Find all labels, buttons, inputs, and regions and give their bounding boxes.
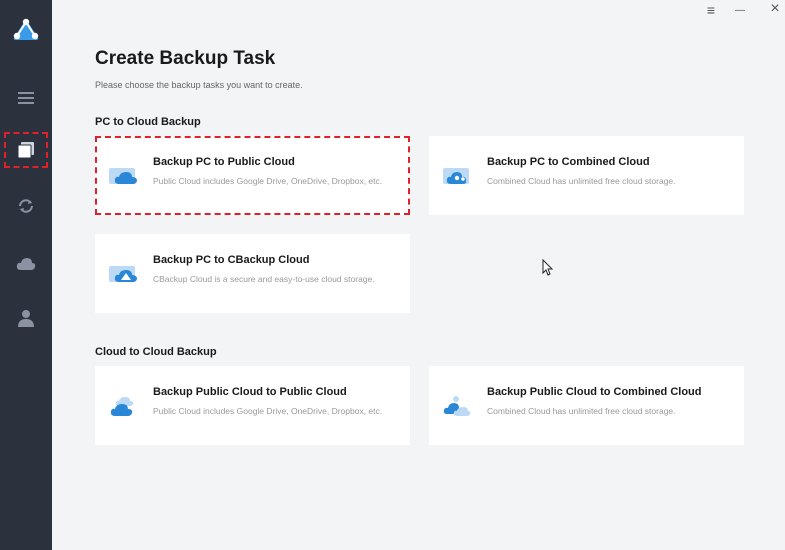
card-description: Combined Cloud has unlimited free cloud … bbox=[487, 176, 676, 186]
card-description: Public Cloud includes Google Drive, OneD… bbox=[153, 176, 383, 186]
card-description: Combined Cloud has unlimited free cloud … bbox=[487, 406, 676, 416]
main-panel: ≡ — × Create Backup Task Please choose t… bbox=[52, 0, 785, 550]
pc-cloud-icon bbox=[109, 164, 141, 188]
page-title: Create Backup Task bbox=[95, 48, 276, 69]
combined-cloud-icon bbox=[443, 164, 475, 188]
cbackup-cloud-icon bbox=[109, 262, 141, 286]
card-title: Backup Public Cloud to Public Cloud bbox=[153, 386, 347, 398]
close-button[interactable]: × bbox=[766, 0, 784, 18]
card-title: Backup Public Cloud to Combined Cloud bbox=[487, 386, 702, 398]
cloud-to-cloud-icon bbox=[109, 394, 141, 418]
user-icon[interactable] bbox=[4, 300, 48, 336]
card-description: Public Cloud includes Google Drive, OneD… bbox=[153, 406, 383, 416]
sidebar bbox=[0, 0, 52, 550]
minimize-button[interactable]: — bbox=[731, 1, 749, 19]
card-description: CBackup Cloud is a secure and easy-to-us… bbox=[153, 274, 375, 284]
card-title: Backup PC to CBackup Cloud bbox=[153, 254, 310, 266]
menu-button[interactable]: ≡ bbox=[702, 1, 720, 19]
card-title: Backup PC to Public Cloud bbox=[153, 156, 295, 168]
backup-public-cloud-to-public-cloud-card[interactable]: Backup Public Cloud to Public Cloud Publ… bbox=[95, 366, 410, 445]
sync-icon[interactable] bbox=[4, 188, 48, 224]
backup-pc-to-combined-cloud-card[interactable]: Backup PC to Combined Cloud Combined Clo… bbox=[429, 136, 744, 215]
backup-public-cloud-to-combined-cloud-card[interactable]: Backup Public Cloud to Combined Cloud Co… bbox=[429, 366, 744, 445]
cloud-to-combined-cloud-icon bbox=[443, 394, 475, 418]
card-title: Backup PC to Combined Cloud bbox=[487, 156, 650, 168]
backup-pc-to-public-cloud-card[interactable]: Backup PC to Public Cloud Public Cloud i… bbox=[95, 136, 410, 215]
menu-list-icon[interactable] bbox=[4, 80, 48, 116]
backup-pc-to-cbackup-cloud-card[interactable]: Backup PC to CBackup Cloud CBackup Cloud… bbox=[95, 234, 410, 313]
section-pc-to-cloud: PC to Cloud Backup bbox=[95, 116, 201, 128]
backup-tasks-icon[interactable] bbox=[4, 132, 48, 168]
section-cloud-to-cloud: Cloud to Cloud Backup bbox=[95, 346, 217, 358]
page-subtitle: Please choose the backup tasks you want … bbox=[95, 80, 303, 90]
cloud-icon[interactable] bbox=[4, 246, 48, 282]
app-logo[interactable] bbox=[6, 10, 46, 48]
mouse-pointer-icon bbox=[542, 258, 554, 282]
